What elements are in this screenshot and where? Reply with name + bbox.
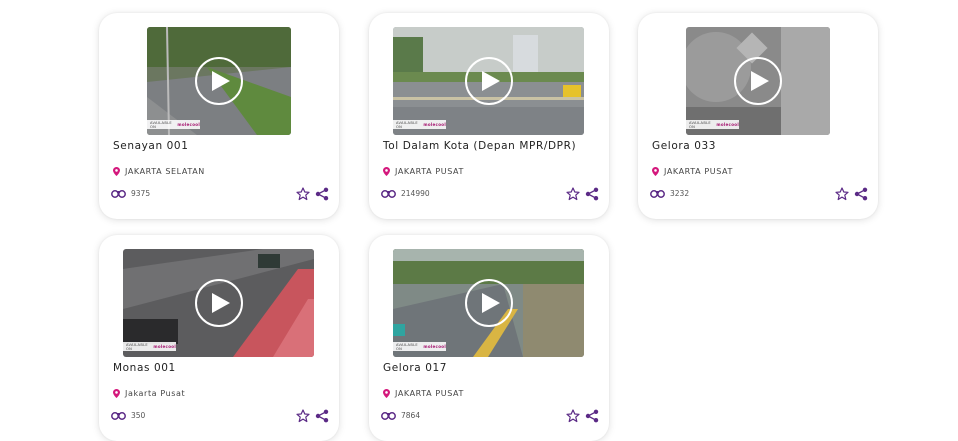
camera-thumbnail[interactable]: AVAILABLE ON molecool xyxy=(147,27,291,135)
camera-card-gelora-033[interactable]: AVAILABLE ON molecool Gelora 033 JAKARTA … xyxy=(638,13,878,219)
camera-card-monas-001[interactable]: AVAILABLE ON molecool Monas 001 Jakarta P… xyxy=(99,235,339,441)
binoculars-icon xyxy=(111,190,126,198)
view-count: 3232 xyxy=(650,189,689,198)
view-count: 214990 xyxy=(381,189,430,198)
play-icon[interactable] xyxy=(464,279,513,327)
camera-location: Jakarta Pusat xyxy=(113,389,185,398)
camera-thumbnail[interactable]: AVAILABLE ON molecool xyxy=(123,249,314,357)
camera-location: JAKARTA SELATAN xyxy=(113,167,205,176)
binoculars-icon xyxy=(650,190,665,198)
camera-title: Gelora 017 xyxy=(383,362,448,374)
play-icon[interactable] xyxy=(194,279,243,327)
favorite-star-icon[interactable] xyxy=(835,187,849,201)
location-pin-icon xyxy=(113,167,120,176)
view-count: 9375 xyxy=(111,189,150,198)
location-pin-icon xyxy=(113,389,120,398)
camera-location: JAKARTA PUSAT xyxy=(383,389,464,398)
play-icon[interactable] xyxy=(464,57,513,105)
location-pin-icon xyxy=(383,389,390,398)
camera-thumbnail[interactable]: AVAILABLE ON molecool xyxy=(393,27,584,135)
available-on-badge: AVAILABLE ON molecool xyxy=(393,120,446,129)
binoculars-icon xyxy=(381,412,396,420)
camera-location: JAKARTA PUSAT xyxy=(652,167,733,176)
location-pin-icon xyxy=(383,167,390,176)
camera-card-gelora-017[interactable]: AVAILABLE ON molecool Gelora 017 JAKARTA … xyxy=(369,235,609,441)
camera-thumbnail[interactable]: AVAILABLE ON molecool xyxy=(393,249,584,357)
available-on-badge: AVAILABLE ON molecool xyxy=(147,120,200,129)
share-icon[interactable] xyxy=(315,187,329,201)
favorite-star-icon[interactable] xyxy=(296,187,310,201)
camera-title: Monas 001 xyxy=(113,362,176,374)
binoculars-icon xyxy=(111,412,126,420)
camera-title: Senayan 001 xyxy=(113,140,189,152)
play-icon[interactable] xyxy=(734,57,782,105)
camera-location: JAKARTA PUSAT xyxy=(383,167,464,176)
share-icon[interactable] xyxy=(854,187,868,201)
view-count: 7864 xyxy=(381,411,420,420)
available-on-badge: AVAILABLE ON molecool xyxy=(686,120,739,129)
favorite-star-icon[interactable] xyxy=(566,187,580,201)
available-on-badge: AVAILABLE ON molecool xyxy=(123,342,176,351)
favorite-star-icon[interactable] xyxy=(296,409,310,423)
binoculars-icon xyxy=(381,190,396,198)
share-icon[interactable] xyxy=(585,187,599,201)
favorite-star-icon[interactable] xyxy=(566,409,580,423)
share-icon[interactable] xyxy=(585,409,599,423)
view-count: 350 xyxy=(111,411,145,420)
camera-title: Tol Dalam Kota (Depan MPR/DPR) xyxy=(383,140,577,152)
available-on-badge: AVAILABLE ON molecool xyxy=(393,342,446,351)
share-icon[interactable] xyxy=(315,409,329,423)
camera-title: Gelora 033 xyxy=(652,140,717,152)
location-pin-icon xyxy=(652,167,659,176)
play-icon[interactable] xyxy=(195,57,243,105)
camera-card-tol-dalam-kota[interactable]: AVAILABLE ON molecool Tol Dalam Kota (Dep… xyxy=(369,13,609,219)
camera-card-senayan-001[interactable]: AVAILABLE ON molecool Senayan 001 JAKARTA… xyxy=(99,13,339,219)
camera-thumbnail[interactable]: AVAILABLE ON molecool xyxy=(686,27,830,135)
